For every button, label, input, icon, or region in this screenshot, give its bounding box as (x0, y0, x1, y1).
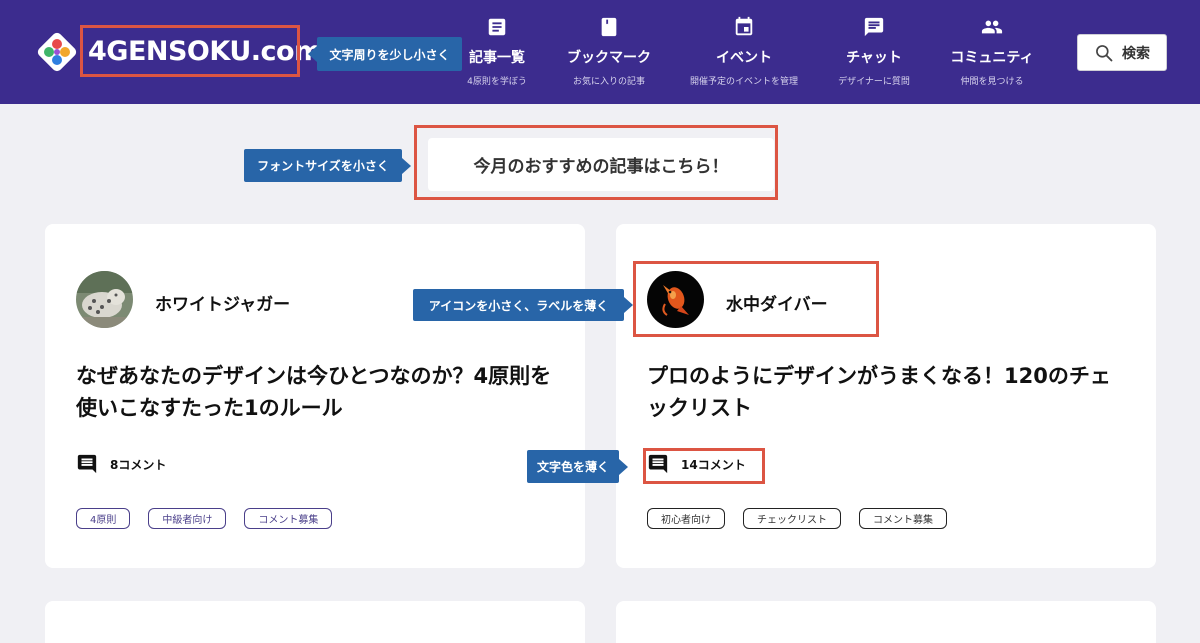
annotation-callout-comments: 文字色を薄く (527, 450, 628, 483)
tag-list: 4原則 中級者向け コメント募集 (76, 508, 333, 529)
tag[interactable]: コメント募集 (859, 508, 947, 529)
nav-sublabel: 仲間を見つける (960, 77, 1024, 87)
comment-count-label: 8コメント (110, 457, 167, 472)
annotation-text: フォントサイズを小さく (257, 159, 389, 173)
diamond-dots-logo-icon[interactable] (36, 31, 78, 73)
search-button[interactable]: 検索 (1077, 34, 1167, 71)
annotation-callout-banner: フォントサイズを小さく (244, 149, 411, 182)
callout-arrow (308, 46, 317, 62)
annotation-box-logo (80, 25, 300, 77)
annotation-callout-author: アイコンを小さく、ラベルを薄く (413, 289, 633, 321)
tag-list: 初心者向け チェックリスト コメント募集 (647, 508, 947, 529)
annotation-box-comments (643, 448, 765, 484)
annotation-text: 文字色を薄く (536, 460, 609, 474)
people-icon (981, 20, 1003, 34)
tag[interactable]: 中級者向け (148, 508, 227, 529)
callout-arrow (624, 297, 633, 313)
annotation-text: アイコンを小さく、ラベルを薄く (428, 298, 609, 313)
author-avatar[interactable] (76, 271, 133, 328)
tag[interactable]: 初心者向け (647, 508, 725, 529)
article-icon (488, 18, 506, 36)
article-card-partial[interactable] (45, 601, 585, 643)
annotation-text: 文字周りを少し小さく (329, 47, 450, 62)
jaguar-avatar-icon (76, 271, 133, 328)
annotation-box-author (633, 261, 879, 337)
article-card[interactable]: ホワイトジャガー なぜあなたのデザインは今ひとつなのか？4原則を使いこなすたった… (45, 224, 585, 568)
bookmark-icon (601, 17, 617, 37)
nav-label: コミュニティ (950, 50, 1034, 66)
search-icon (1096, 44, 1113, 61)
comment-count[interactable]: 8コメント (76, 453, 166, 475)
article-title[interactable]: プロのようにデザインがうまくなる！120のチェックリスト (647, 360, 1127, 424)
search-label: 検索 (1122, 45, 1150, 62)
article-title[interactable]: なぜあなたのデザインは今ひとつなのか？4原則を使いこなすたった1のルール (76, 360, 556, 424)
author-name[interactable]: ホワイトジャガー (155, 290, 290, 315)
tag[interactable]: 4原則 (76, 508, 131, 529)
article-card-partial[interactable] (616, 601, 1156, 643)
comment-icon (77, 454, 97, 474)
annotation-box-banner (414, 125, 778, 200)
nav-item-community[interactable]: コミュニティ 仲間を見つける (907, 16, 1077, 87)
annotation-callout-logo: 文字周りを少し小さく (308, 37, 462, 71)
calendar-icon (735, 16, 753, 36)
tag[interactable]: チェックリスト (743, 508, 841, 529)
callout-arrow (402, 157, 411, 174)
chat-icon (864, 17, 884, 37)
tag[interactable]: コメント募集 (244, 508, 333, 529)
callout-arrow (619, 458, 628, 475)
